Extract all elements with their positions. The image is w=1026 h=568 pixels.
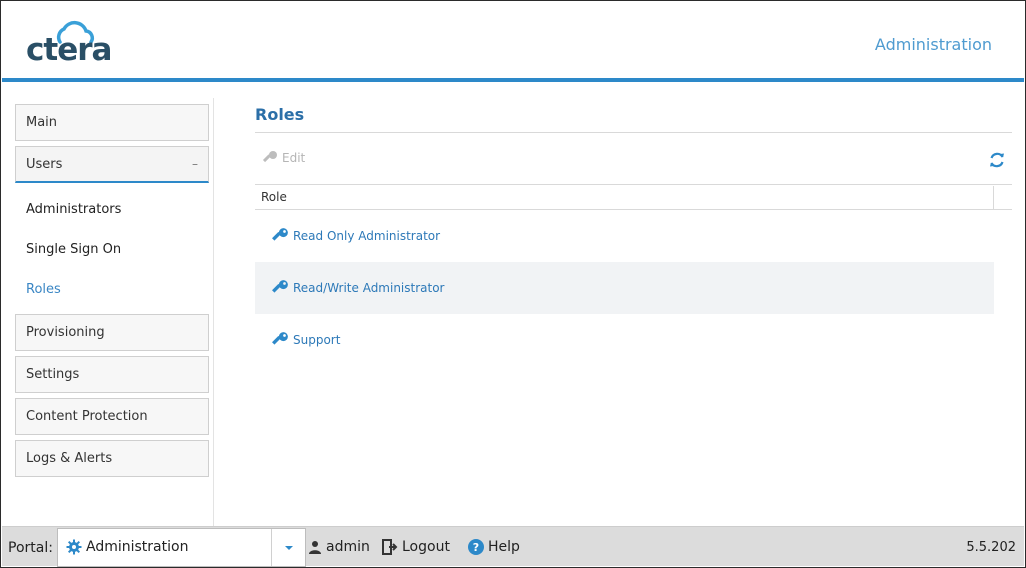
sidebar-subitem-single-sign-on[interactable]: Single Sign On: [26, 242, 121, 257]
help-button[interactable]: ? Help: [468, 539, 520, 555]
refresh-icon[interactable]: [987, 150, 1007, 170]
role-name[interactable]: Read/Write Administrator: [293, 281, 445, 295]
sidebar-subitem-roles[interactable]: Roles: [26, 282, 61, 297]
role-name[interactable]: Support: [293, 333, 340, 347]
header-title: Administration: [874, 35, 992, 54]
dropdown-arrow-button[interactable]: [271, 529, 305, 566]
app-window: ctera Administration Main Users – Admini…: [0, 0, 1026, 568]
title-divider: [255, 132, 1012, 133]
edit-button[interactable]: Edit: [262, 150, 305, 166]
help-label: Help: [488, 539, 520, 555]
portal-select[interactable]: Administration: [57, 528, 306, 567]
sidebar-item-label: Content Protection: [26, 409, 148, 424]
sidebar-item-label: Provisioning: [26, 325, 105, 340]
version-label: 5.5.202: [966, 540, 1016, 555]
sidebar-item-users[interactable]: Users –: [15, 146, 209, 183]
header-accent-bar: [2, 78, 1024, 82]
user-name: admin: [326, 539, 370, 555]
table-row[interactable]: Read/Write Administrator: [255, 262, 994, 314]
key-icon: [272, 228, 288, 241]
chevron-down-icon: [284, 545, 293, 550]
sidebar-item-label: Settings: [26, 367, 80, 382]
footer-bar: Portal: Administration admin Logout ? He…: [2, 526, 1024, 567]
logo-text: ctera: [26, 32, 112, 68]
sidebar-item-provisioning[interactable]: Provisioning: [15, 314, 209, 351]
table-row[interactable]: Support: [255, 314, 994, 366]
edit-button-label: Edit: [282, 151, 306, 165]
portal-label: Portal:: [8, 540, 53, 556]
user-icon: [309, 541, 321, 554]
logout-icon: [382, 539, 398, 555]
ctera-logo: ctera: [26, 20, 126, 70]
portal-select-text: Administration: [86, 539, 189, 555]
grid-header: Role: [255, 184, 1012, 210]
sidebar-item-main[interactable]: Main: [15, 104, 209, 141]
portal-select-value: Administration: [66, 539, 188, 555]
sidebar: Main Users – Administrators Single Sign …: [2, 98, 214, 526]
sidebar-item-label: Logs & Alerts: [26, 451, 113, 466]
user-menu[interactable]: admin: [308, 539, 370, 555]
key-icon: [272, 280, 288, 293]
table-row[interactable]: Read Only Administrator: [255, 210, 994, 262]
sidebar-item-logs-alerts[interactable]: Logs & Alerts: [15, 440, 209, 477]
sidebar-item-label: Users: [26, 157, 63, 172]
role-name[interactable]: Read Only Administrator: [293, 229, 440, 243]
page-title: Roles: [255, 105, 305, 124]
column-header-role[interactable]: Role: [261, 190, 287, 204]
collapse-icon[interactable]: –: [192, 147, 198, 182]
column-divider: [993, 186, 994, 209]
key-icon: [262, 151, 277, 163]
svg-text:?: ?: [473, 541, 479, 554]
sidebar-item-label: Main: [26, 115, 58, 130]
logout-label: Logout: [402, 539, 450, 555]
sidebar-subitem-administrators[interactable]: Administrators: [26, 202, 121, 217]
logout-button[interactable]: Logout: [382, 539, 450, 555]
key-icon: [272, 332, 288, 345]
help-icon: ?: [468, 539, 484, 555]
sidebar-item-content-protection[interactable]: Content Protection: [15, 398, 209, 435]
header: ctera Administration: [2, 2, 1024, 78]
sidebar-item-settings[interactable]: Settings: [15, 356, 209, 393]
gear-icon: [66, 539, 82, 555]
